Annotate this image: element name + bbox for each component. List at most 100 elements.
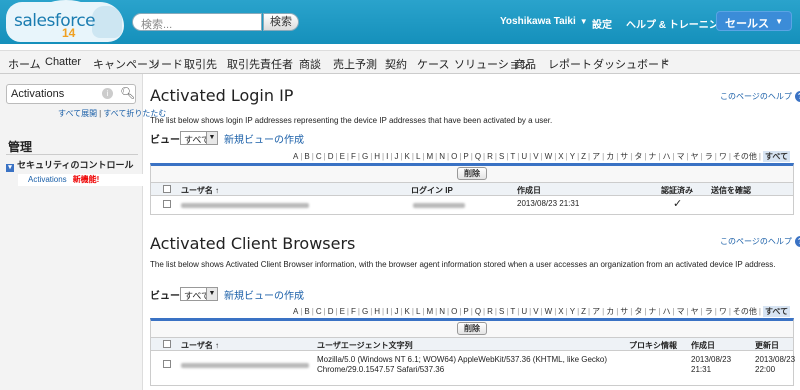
alphabet-filter-item[interactable]: S — [499, 152, 504, 161]
alphabet-filter-item[interactable]: ハ — [663, 152, 671, 161]
alphabet-filter-item[interactable]: V — [533, 307, 538, 316]
alphabet-filter-item[interactable]: P — [463, 152, 468, 161]
alphabet-filter-item[interactable]: M — [426, 307, 433, 316]
column-header-created[interactable]: 作成日 — [517, 185, 541, 196]
alphabet-filter-item[interactable]: B — [304, 152, 309, 161]
alphabet-filter-item[interactable]: U — [521, 307, 527, 316]
alphabet-filter-item[interactable]: N — [439, 307, 445, 316]
alphabet-filter-item[interactable]: Y — [570, 307, 575, 316]
tab-reports[interactable]: レポート — [548, 56, 592, 72]
table-row[interactable]: Mozilla/5.0 (Windows NT 6.1; WOW64) Appl… — [151, 351, 795, 381]
column-header-modified[interactable]: 更新日 — [755, 340, 779, 351]
create-new-view-link[interactable]: 新規ビューの作成 — [224, 131, 304, 146]
alphabet-filter-item[interactable]: すべて — [762, 151, 791, 162]
alphabet-filter-item[interactable]: G — [362, 307, 368, 316]
view-select[interactable]: すべて ▼ — [180, 131, 218, 145]
alphabet-filter-item[interactable]: Y — [570, 152, 575, 161]
alphabet-filter-item[interactable]: ラ — [705, 307, 713, 316]
alphabet-filter-item[interactable]: ヤ — [691, 307, 699, 316]
alphabet-filter-item[interactable]: F — [351, 152, 356, 161]
username-cell-redacted[interactable] — [181, 361, 309, 370]
alphabet-filter-item[interactable]: X — [558, 152, 563, 161]
alphabet-filter-item[interactable]: T — [510, 307, 515, 316]
view-select[interactable]: すべて ▼ — [180, 287, 218, 301]
tab-campaigns[interactable]: キャンペーン — [93, 56, 158, 72]
alphabet-filter-item[interactable]: S — [499, 307, 504, 316]
alphabet-filter-item[interactable]: H — [374, 307, 380, 316]
tab-accounts[interactable]: 取引先 — [184, 56, 217, 72]
delete-button[interactable]: 削除 — [457, 322, 487, 335]
tab-all-tabs[interactable]: + — [662, 56, 668, 68]
select-all-checkbox[interactable] — [163, 185, 171, 193]
alphabet-filter-item[interactable]: サ — [620, 307, 628, 316]
alphabet-filter-item[interactable]: L — [416, 307, 420, 316]
alphabet-filter-item[interactable]: その他 — [733, 307, 757, 316]
alphabet-filter-item[interactable]: A — [293, 152, 298, 161]
alphabet-filter-item[interactable]: J — [394, 307, 398, 316]
alphabet-filter-item[interactable]: Q — [475, 307, 481, 316]
column-header-created[interactable]: 作成日 — [691, 340, 715, 351]
table-row[interactable]: 2013/08/23 21:31 ✓ — [151, 196, 793, 212]
alphabet-filter-item[interactable]: C — [316, 152, 322, 161]
alphabet-filter-item[interactable]: R — [487, 307, 493, 316]
alphabet-filter-item[interactable]: K — [405, 152, 410, 161]
tab-cases[interactable]: ケース — [417, 56, 449, 72]
alphabet-filter-item[interactable]: ワ — [719, 152, 727, 161]
username-cell-redacted[interactable] — [181, 201, 309, 210]
alphabet-filter-item[interactable]: X — [558, 307, 563, 316]
alphabet-filter-item[interactable]: タ — [634, 307, 642, 316]
alphabet-filter-item[interactable]: R — [487, 152, 493, 161]
alphabet-filter-item[interactable]: N — [439, 152, 445, 161]
alphabet-filter-item[interactable]: I — [386, 307, 388, 316]
create-new-view-link[interactable]: 新規ビューの作成 — [224, 287, 304, 302]
column-header-username[interactable]: ユーザ名 ↑ — [181, 185, 219, 196]
tab-opportunities[interactable]: 商談 — [299, 56, 321, 72]
help-for-page-link[interactable]: このページのヘルプ? — [720, 91, 800, 102]
alphabet-filter-item[interactable]: カ — [606, 307, 614, 316]
column-header-username[interactable]: ユーザ名 ↑ — [181, 340, 219, 351]
settings-link[interactable]: 設定 — [592, 16, 612, 31]
alphabet-filter-item[interactable]: K — [405, 307, 410, 316]
alphabet-filter-item[interactable]: ワ — [719, 307, 727, 316]
tab-leads[interactable]: リード — [150, 56, 183, 72]
tab-contracts[interactable]: 契約 — [385, 56, 407, 72]
clear-icon[interactable]: i — [102, 88, 113, 99]
alphabet-filter-item[interactable]: J — [394, 152, 398, 161]
tab-forecasts[interactable]: 売上予測 — [333, 56, 377, 72]
row-checkbox[interactable] — [163, 360, 171, 368]
alphabet-filter-item[interactable]: サ — [620, 152, 628, 161]
column-header-confirm-sent[interactable]: 送信を確認 — [711, 185, 751, 196]
alphabet-filter-item[interactable]: F — [351, 307, 356, 316]
column-header-proxy-info[interactable]: プロキシ情報 — [629, 340, 677, 351]
app-switcher-menu[interactable]: セールス ▼ — [716, 11, 792, 31]
delete-button[interactable]: 削除 — [457, 167, 487, 180]
alphabet-filter-item[interactable]: L — [416, 152, 420, 161]
user-menu[interactable]: Yoshikawa Taiki ▼ — [500, 16, 588, 27]
global-search-input[interactable]: 検索... — [132, 13, 262, 31]
column-header-login-ip[interactable]: ログイン IP — [411, 185, 453, 196]
quick-find-input[interactable]: Activations — [6, 84, 136, 104]
alphabet-filter-item[interactable]: E — [340, 152, 345, 161]
alphabet-filter-item[interactable]: その他 — [733, 152, 757, 161]
row-checkbox[interactable] — [163, 200, 171, 208]
alphabet-filter-item[interactable]: ア — [592, 307, 600, 316]
salesforce-logo[interactable]: salesforce 14 — [6, 0, 126, 42]
help-for-page-link[interactable]: このページのヘルプ? — [720, 236, 800, 247]
alphabet-filter-item[interactable]: T — [510, 152, 515, 161]
alphabet-filter-item[interactable]: C — [316, 307, 322, 316]
alphabet-filter-item[interactable]: H — [374, 152, 380, 161]
alphabet-filter-item[interactable]: ア — [592, 152, 600, 161]
alphabet-filter-item[interactable]: マ — [677, 307, 685, 316]
alphabet-filter-item[interactable]: ラ — [705, 152, 713, 161]
sidebar-item-activations[interactable]: Activations 新機能! — [18, 174, 143, 186]
alphabet-filter-item[interactable]: E — [340, 307, 345, 316]
collapse-icon[interactable]: ▾ — [6, 164, 14, 172]
alphabet-filter-item[interactable]: すべて — [762, 306, 791, 317]
alphabet-filter-item[interactable]: D — [328, 307, 334, 316]
alphabet-filter-item[interactable]: W — [545, 307, 553, 316]
global-search-button[interactable]: 検索 — [263, 13, 299, 31]
tab-products[interactable]: 商品 — [514, 56, 536, 72]
alphabet-filter-item[interactable]: ナ — [648, 152, 656, 161]
alphabet-filter-item[interactable]: Z — [581, 152, 586, 161]
alphabet-filter-item[interactable]: ナ — [648, 307, 656, 316]
